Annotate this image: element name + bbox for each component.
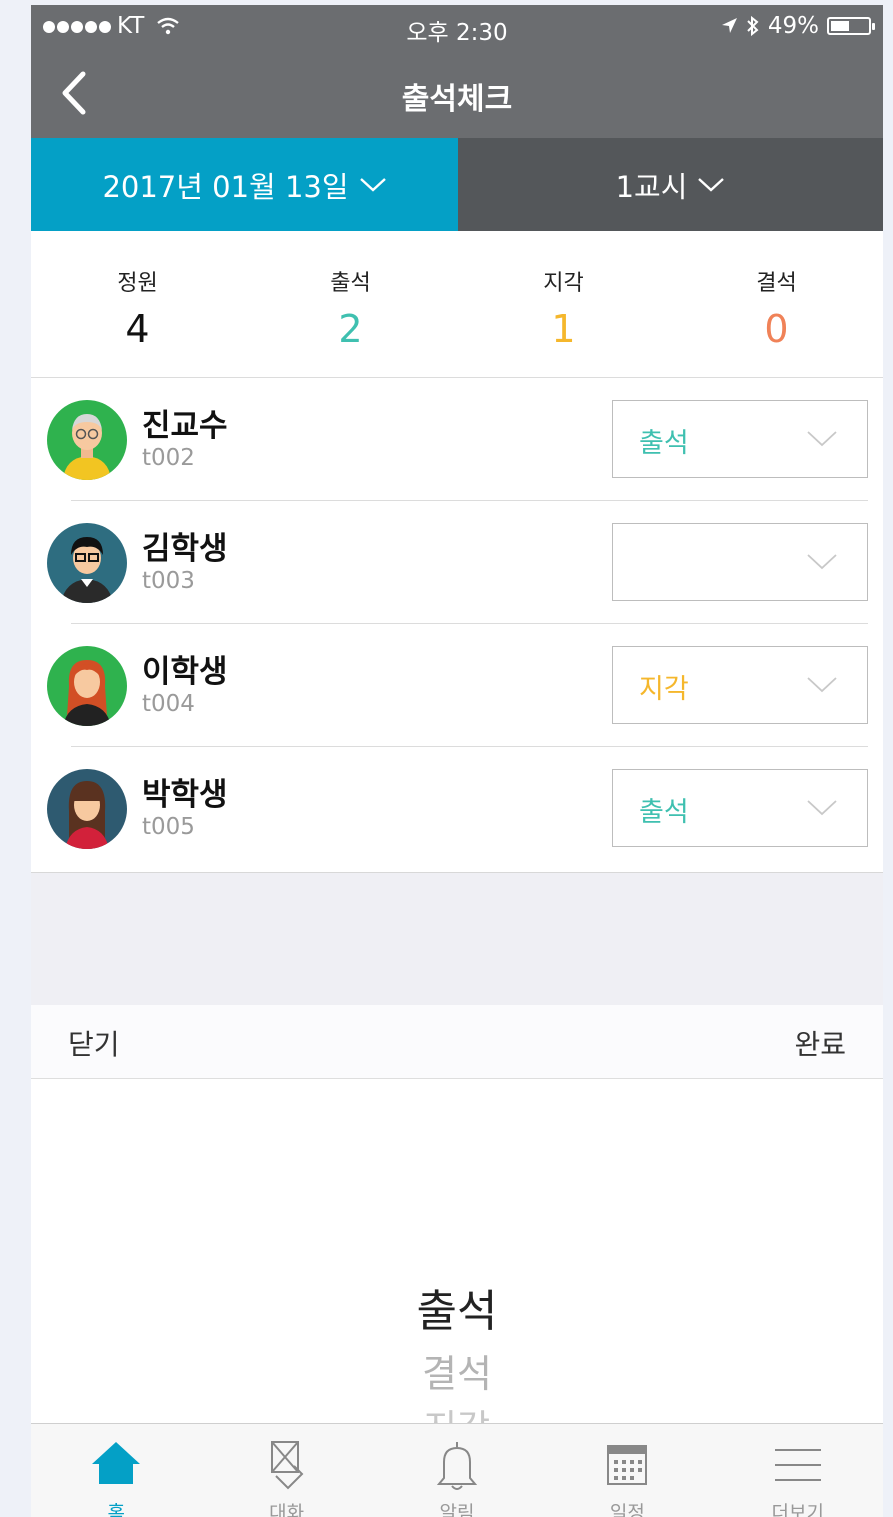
chevron-down-icon bbox=[807, 431, 837, 447]
tab-home[interactable]: 홈 bbox=[31, 1424, 201, 1517]
student-id: t005 bbox=[142, 814, 195, 840]
stat-label: 정원 bbox=[117, 271, 158, 296]
student-name: 이학생 bbox=[142, 654, 228, 690]
period-selector[interactable]: 1교시 bbox=[458, 138, 883, 231]
attendance-summary: 정원 4 출석 2 지각 1 결석 0 bbox=[31, 231, 883, 378]
tab-label: 더보기 bbox=[771, 1502, 824, 1517]
date-selector[interactable]: 2017년 01월 13일 bbox=[31, 138, 458, 231]
stat-absent: 결석 0 bbox=[670, 231, 883, 377]
stat-label: 출석 bbox=[330, 271, 371, 296]
status-bar: KT 오후 2:30 49% bbox=[31, 5, 883, 50]
stat-label: 결석 bbox=[756, 271, 797, 296]
stat-capacity: 정원 4 bbox=[31, 231, 244, 377]
tab-bar: 홈 대화 알림 일정 더보기 bbox=[31, 1423, 883, 1517]
stat-label: 지각 bbox=[543, 271, 584, 296]
battery-level bbox=[831, 21, 849, 31]
student-avatar-icon bbox=[61, 537, 113, 603]
picker-option[interactable]: 결석 bbox=[31, 1343, 883, 1398]
attendance-value: 출석 bbox=[639, 797, 689, 828]
bluetooth-icon bbox=[747, 15, 759, 37]
avatar bbox=[47, 523, 127, 603]
close-button[interactable]: 닫기 bbox=[68, 1023, 120, 1063]
attendance-select[interactable]: 출석 bbox=[612, 769, 868, 847]
chevron-down-icon bbox=[807, 677, 837, 693]
menu-icon bbox=[774, 1449, 821, 1481]
top-bar: KT 오후 2:30 49% 출석체크 bbox=[31, 5, 883, 138]
attendance-value: 지각 bbox=[639, 674, 689, 705]
stat-value: 4 bbox=[125, 307, 150, 351]
page-title: 출석체크 bbox=[401, 82, 513, 117]
stat-late: 지각 1 bbox=[457, 231, 670, 377]
chevron-down-icon bbox=[698, 177, 725, 192]
tab-more[interactable]: 더보기 bbox=[713, 1424, 883, 1517]
tab-label: 일정 bbox=[609, 1502, 645, 1517]
tab-label: 알림 bbox=[439, 1502, 475, 1517]
tab-label: 대화 bbox=[269, 1502, 305, 1517]
student-avatar-icon bbox=[65, 781, 109, 849]
chevron-down-icon bbox=[807, 800, 837, 816]
date-label: 2017년 01월 13일 bbox=[102, 169, 349, 204]
picker-option[interactable]: 지각 bbox=[31, 1399, 883, 1423]
status-right: 49% bbox=[720, 13, 875, 39]
period-label: 1교시 bbox=[615, 169, 688, 204]
chevron-down-icon bbox=[359, 177, 386, 192]
calendar-icon bbox=[607, 1445, 648, 1485]
list-item: 진교수 t002 출석 bbox=[31, 378, 883, 501]
stat-present: 출석 2 bbox=[244, 231, 457, 377]
student-id: t004 bbox=[142, 691, 195, 717]
picker-toolbar: 닫기 완료 bbox=[31, 1005, 883, 1079]
student-name: 박학생 bbox=[142, 777, 228, 813]
attendance-select[interactable]: 출석 bbox=[612, 400, 868, 478]
student-id: t002 bbox=[142, 445, 195, 471]
phone-screen: KT 오후 2:30 49% 출석체크 2017년 01월 13일 1교시 정원… bbox=[31, 5, 883, 1517]
attendance-select[interactable] bbox=[612, 523, 868, 601]
avatar bbox=[47, 769, 127, 849]
student-name: 진교수 bbox=[142, 408, 228, 444]
list-item: 김학생 t003 bbox=[31, 501, 883, 624]
stat-value: 0 bbox=[764, 307, 789, 351]
bell-icon bbox=[436, 1442, 478, 1490]
battery-icon bbox=[827, 17, 875, 35]
picker-backdrop[interactable] bbox=[31, 872, 883, 1006]
location-arrow-icon bbox=[721, 18, 737, 33]
professor-avatar-icon bbox=[63, 414, 111, 480]
student-avatar-icon bbox=[63, 660, 111, 726]
list-item: 이학생 t004 지각 bbox=[31, 624, 883, 747]
stat-value: 1 bbox=[551, 307, 576, 351]
student-list: 진교수 t002 출석 김학생 t003 이학생 t004 지각 박학생 t00… bbox=[31, 378, 883, 872]
tab-alerts[interactable]: 알림 bbox=[372, 1424, 542, 1517]
stat-value: 2 bbox=[338, 307, 363, 351]
attendance-value: 출석 bbox=[639, 428, 689, 459]
nav-bar: 출석체크 bbox=[31, 50, 883, 138]
attendance-picker-wheel[interactable]: 출석 결석 지각 bbox=[31, 1079, 883, 1423]
chat-icon bbox=[270, 1441, 303, 1490]
home-icon bbox=[92, 1442, 141, 1484]
avatar bbox=[47, 646, 127, 726]
tab-label: 홈 bbox=[107, 1502, 125, 1517]
tab-chat[interactable]: 대화 bbox=[201, 1424, 371, 1517]
avatar bbox=[47, 400, 127, 480]
list-item: 박학생 t005 출석 bbox=[31, 747, 883, 870]
battery-percent: 49% bbox=[767, 13, 819, 39]
student-id: t003 bbox=[142, 568, 195, 594]
selector-bar: 2017년 01월 13일 1교시 bbox=[31, 138, 883, 231]
chevron-down-icon bbox=[807, 554, 837, 570]
picker-option-selected[interactable]: 출석 bbox=[31, 1275, 883, 1339]
done-button[interactable]: 완료 bbox=[794, 1023, 846, 1063]
student-name: 김학생 bbox=[142, 531, 228, 567]
tab-schedule[interactable]: 일정 bbox=[542, 1424, 712, 1517]
attendance-select[interactable]: 지각 bbox=[612, 646, 868, 724]
